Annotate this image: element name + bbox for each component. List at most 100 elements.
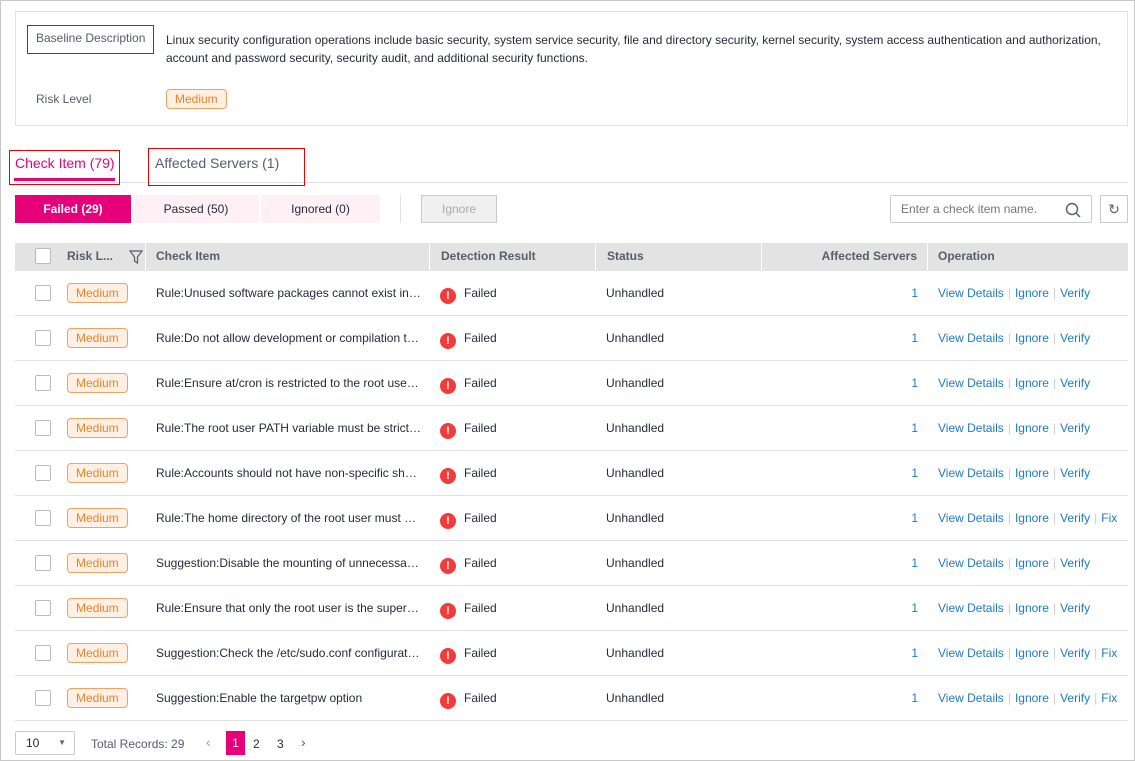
fix-link[interactable]: Fix [1101, 691, 1117, 705]
verify-link[interactable]: Verify [1060, 421, 1090, 435]
fix-link[interactable]: Fix [1101, 646, 1117, 660]
view-details-link[interactable]: View Details [938, 466, 1004, 480]
verify-link[interactable]: Verify [1060, 511, 1090, 525]
verify-link[interactable]: Verify [1060, 331, 1090, 345]
check-item-name[interactable]: Rule:Ensure at/cron is restricted to the… [156, 361, 421, 406]
filter-failed[interactable]: Failed (29) [15, 195, 131, 223]
check-item-name[interactable]: Rule:Do not allow development or compila… [156, 316, 421, 361]
verify-link[interactable]: Verify [1060, 601, 1090, 615]
affected-servers-count[interactable]: 1 [772, 496, 918, 541]
separator: | [1052, 376, 1057, 390]
separator: | [1007, 286, 1011, 300]
row-checkbox[interactable] [35, 690, 51, 706]
verify-link[interactable]: Verify [1060, 556, 1090, 570]
ignore-link[interactable]: Ignore [1015, 511, 1049, 525]
affected-servers-count[interactable]: 1 [772, 676, 918, 721]
separator: | [1007, 646, 1011, 660]
verify-link[interactable]: Verify [1060, 376, 1090, 390]
operations: View Details | Ignore | Verify | Fix [938, 496, 1117, 541]
ignore-link[interactable]: Ignore [1015, 331, 1049, 345]
view-details-link[interactable]: View Details [938, 421, 1004, 435]
table-row: Medium Rule:Ensure at/cron is restricted… [15, 361, 1128, 406]
page-2[interactable]: 2 [253, 737, 260, 751]
col-affected-servers: Affected Servers [762, 243, 928, 271]
divider [400, 195, 401, 223]
check-item-name[interactable]: Rule:The root user PATH variable must be… [156, 406, 421, 451]
result-text: Failed [464, 556, 497, 570]
affected-servers-count[interactable]: 1 [772, 316, 918, 361]
check-item-name[interactable]: Rule:Unused software packages cannot exi… [156, 271, 421, 316]
page-size-value: 10 [26, 736, 40, 750]
total-records: Total Records: 29 [91, 737, 185, 751]
page-3[interactable]: 3 [277, 737, 284, 751]
detection-result: ! Failed [440, 271, 497, 316]
refresh-icon[interactable]: ↻ [1100, 195, 1128, 223]
affected-servers-count[interactable]: 1 [772, 541, 918, 586]
tab-affected-servers[interactable]: Affected Servers (1) [155, 155, 279, 171]
search-input[interactable] [891, 196, 1056, 222]
verify-link[interactable]: Verify [1060, 691, 1090, 705]
verify-link[interactable]: Verify [1060, 646, 1090, 660]
row-checkbox[interactable] [35, 555, 51, 571]
fix-link[interactable]: Fix [1101, 511, 1117, 525]
row-checkbox[interactable] [35, 510, 51, 526]
next-page-icon[interactable]: › [301, 734, 306, 750]
result-text: Failed [464, 511, 497, 525]
view-details-link[interactable]: View Details [938, 556, 1004, 570]
ignore-link[interactable]: Ignore [1015, 421, 1049, 435]
view-details-link[interactable]: View Details [938, 601, 1004, 615]
view-details-link[interactable]: View Details [938, 511, 1004, 525]
status: Unhandled [606, 331, 665, 345]
check-item-name[interactable]: Rule:The home directory of the root user… [156, 496, 421, 541]
affected-servers-count[interactable]: 1 [772, 631, 918, 676]
risk-badge: Medium [67, 508, 128, 528]
filter-passed[interactable]: Passed (50) [133, 195, 259, 223]
view-details-link[interactable]: View Details [938, 331, 1004, 345]
row-checkbox[interactable] [35, 420, 51, 436]
row-checkbox[interactable] [35, 465, 51, 481]
separator: | [1052, 691, 1057, 705]
view-details-link[interactable]: View Details [938, 646, 1004, 660]
filter-ignored[interactable]: Ignored (0) [261, 195, 380, 223]
row-checkbox[interactable] [35, 375, 51, 391]
error-icon: ! [440, 513, 456, 529]
select-all-checkbox[interactable] [35, 248, 51, 264]
ignore-link[interactable]: Ignore [1015, 601, 1049, 615]
operations: View Details | Ignore | Verify [938, 271, 1090, 316]
ignore-link[interactable]: Ignore [1015, 466, 1049, 480]
ignore-link[interactable]: Ignore [1015, 556, 1049, 570]
affected-servers-count[interactable]: 1 [772, 406, 918, 451]
filter-icon[interactable] [129, 250, 143, 264]
row-checkbox[interactable] [35, 645, 51, 661]
verify-link[interactable]: Verify [1060, 466, 1090, 480]
prev-page-icon[interactable]: ‹ [206, 734, 211, 750]
table-row: Medium Suggestion:Check the /etc/sudo.co… [15, 631, 1128, 676]
table-header: Risk L... Check Item Detection Result St… [15, 243, 1128, 271]
ignore-link[interactable]: Ignore [1015, 286, 1049, 300]
row-checkbox[interactable] [35, 330, 51, 346]
view-details-link[interactable]: View Details [938, 691, 1004, 705]
check-item-name[interactable]: Rule:Ensure that only the root user is t… [156, 586, 421, 631]
ignore-link[interactable]: Ignore [1015, 691, 1049, 705]
check-item-name[interactable]: Rule:Accounts should not have non-specif… [156, 451, 421, 496]
affected-servers-count[interactable]: 1 [772, 586, 918, 631]
view-details-link[interactable]: View Details [938, 286, 1004, 300]
row-checkbox[interactable] [35, 600, 51, 616]
risk-badge: Medium [67, 418, 128, 438]
ignore-link[interactable]: Ignore [1015, 646, 1049, 660]
page-size-select[interactable]: 10 ▼ [15, 731, 75, 755]
affected-servers-count[interactable]: 1 [772, 271, 918, 316]
check-item-name[interactable]: Suggestion:Disable the mounting of unnec… [156, 541, 421, 586]
search-icon[interactable] [1065, 202, 1081, 218]
ignore-link[interactable]: Ignore [1015, 376, 1049, 390]
check-item-name[interactable]: Suggestion:Check the /etc/sudo.conf conf… [156, 631, 421, 676]
affected-servers-count[interactable]: 1 [772, 361, 918, 406]
check-item-name[interactable]: Suggestion:Enable the targetpw option [156, 676, 421, 721]
affected-servers-count[interactable]: 1 [772, 451, 918, 496]
tab-check-item[interactable]: Check Item (79) [15, 155, 115, 171]
view-details-link[interactable]: View Details [938, 376, 1004, 390]
ignore-button[interactable]: Ignore [421, 195, 497, 223]
verify-link[interactable]: Verify [1060, 286, 1090, 300]
row-checkbox[interactable] [35, 285, 51, 301]
page-1[interactable]: 1 [226, 731, 245, 755]
